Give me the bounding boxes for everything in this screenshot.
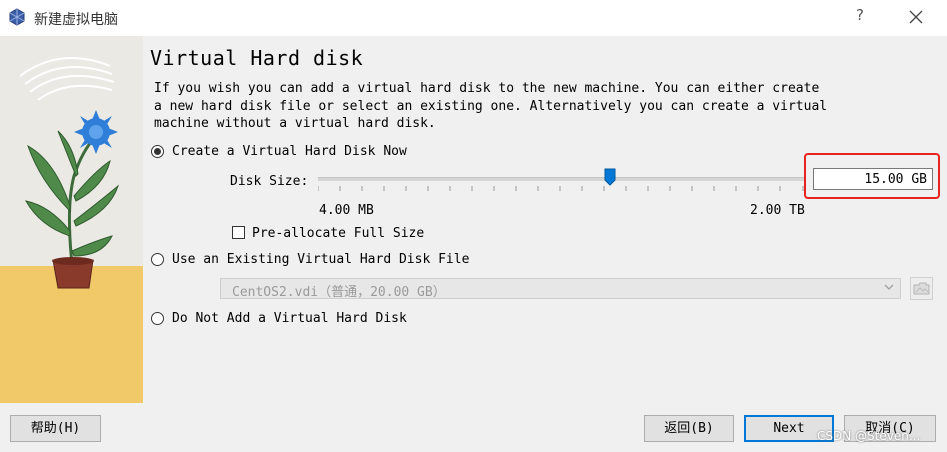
- highlight-box: [804, 153, 940, 199]
- page-title: Virtual Hard disk: [150, 46, 364, 70]
- page-description: If you wish you can add a virtual hard d…: [154, 81, 828, 131]
- preallocate-label[interactable]: Pre-allocate Full Size: [252, 226, 424, 241]
- back-button[interactable]: 返回(B): [644, 415, 734, 442]
- slider-min-label: 4.00 MB: [319, 203, 374, 218]
- use-existing-label[interactable]: Use an Existing Virtual Hard Disk File: [172, 252, 469, 267]
- preallocate-checkbox[interactable]: [232, 226, 245, 239]
- wizard-page: Virtual Hard disk If you wish you can ad…: [143, 36, 947, 403]
- existing-disk-select[interactable]: CentOS2.vdi（普通，20.00 GB）: [220, 278, 901, 300]
- virtualbox-icon: [9, 8, 25, 26]
- title-bar: 新建虚拟电脑 ?: [0, 0, 947, 36]
- watermark-text: CSDN @Steven...: [817, 429, 921, 443]
- slider-handle-icon[interactable]: [604, 168, 616, 186]
- folder-icon: [913, 282, 930, 295]
- button-bar: 帮助(H) 返回(B) Next 取消(C) CSDN @Steven...: [0, 403, 947, 452]
- window-title: 新建虚拟电脑: [34, 12, 118, 28]
- choose-disk-button[interactable]: [910, 277, 933, 300]
- close-icon[interactable]: [905, 6, 927, 28]
- help-button[interactable]: 帮助(H): [10, 415, 101, 442]
- create-disk-radio[interactable]: [151, 145, 164, 158]
- slider-ticks: [318, 186, 804, 191]
- no-disk-label[interactable]: Do Not Add a Virtual Hard Disk: [172, 311, 407, 326]
- disk-size-label: Disk Size:: [230, 174, 309, 189]
- side-illustration: [0, 36, 143, 403]
- create-disk-label[interactable]: Create a Virtual Hard Disk Now: [172, 144, 407, 159]
- flower-pot-illustration: [0, 36, 143, 403]
- slider-max-label: 2.00 TB: [750, 203, 805, 218]
- use-existing-radio[interactable]: [151, 253, 164, 266]
- existing-disk-value: CentOS2.vdi（普通，20.00 GB）: [232, 285, 446, 300]
- chevron-down-icon: [884, 284, 894, 290]
- no-disk-radio[interactable]: [151, 312, 164, 325]
- disk-size-slider-track[interactable]: [318, 177, 804, 181]
- help-icon[interactable]: ?: [853, 6, 867, 26]
